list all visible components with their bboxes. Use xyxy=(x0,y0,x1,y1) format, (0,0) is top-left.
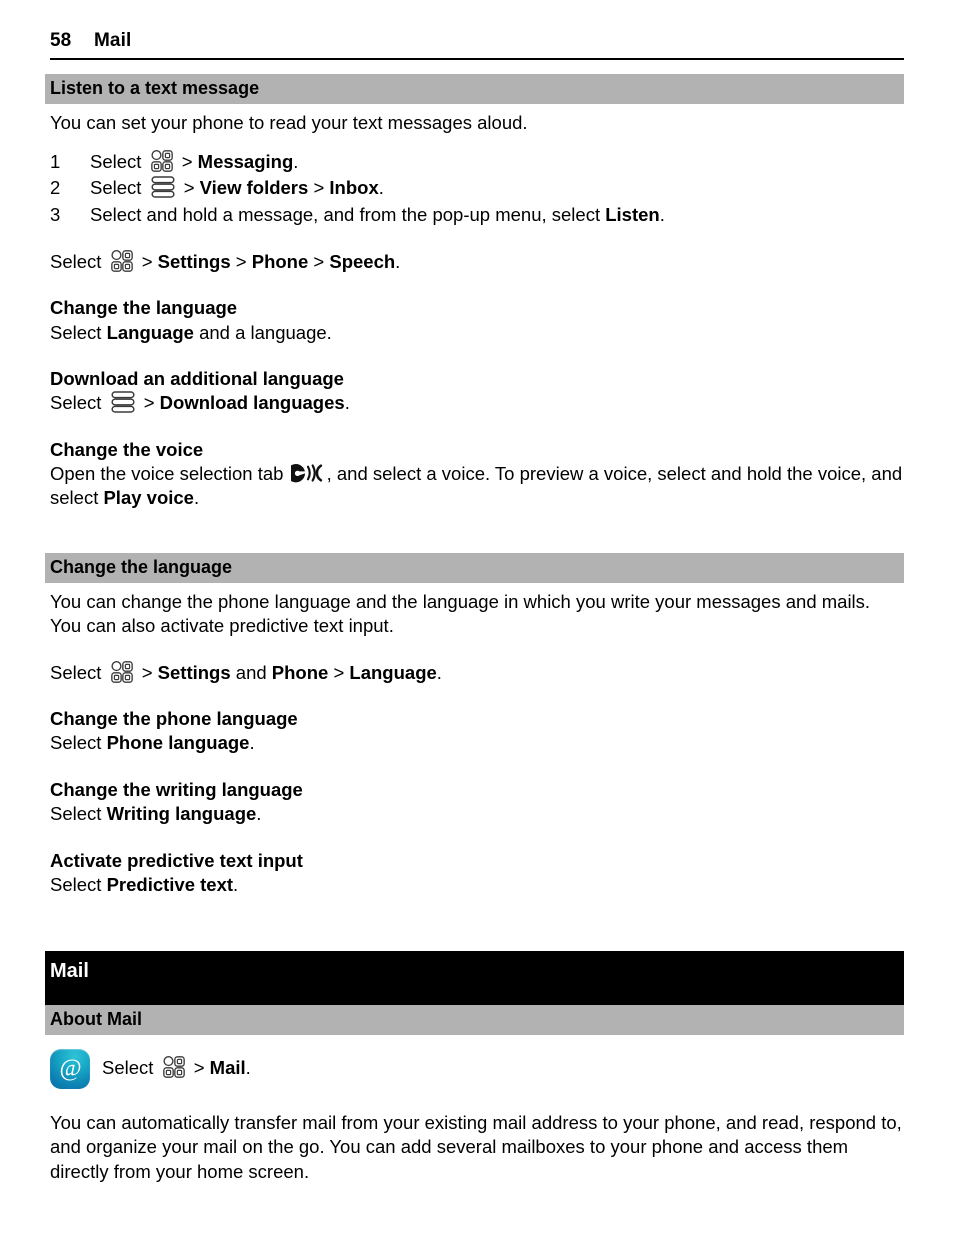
document-page: 58 Mail Listen to a text message You can… xyxy=(0,0,954,1258)
menu-target-view-folders: View folders xyxy=(199,177,309,199)
page-header: 58 Mail xyxy=(0,0,954,52)
path-separator: > xyxy=(143,392,155,414)
activate-predictive-text-instruction: Select Predictive text. xyxy=(50,873,904,898)
subheading-activate-predictive-text-input: Activate predictive text input xyxy=(50,849,303,871)
path-lead: Select xyxy=(50,873,102,895)
voice-selection-icon[interactable] xyxy=(290,462,325,483)
change-voice-text-before: Open the voice selection tab xyxy=(50,462,284,484)
menu-target-download-languages: Download languages xyxy=(159,392,345,414)
menu-target-predictive-text: Predictive text xyxy=(106,873,234,895)
change-language-instruction: Select Language and a language. xyxy=(50,321,904,346)
menu-target-language: Language xyxy=(349,661,437,683)
menu-grid-icon[interactable] xyxy=(109,249,135,272)
chapter-heading-mail: Mail xyxy=(45,951,904,1006)
path-conjunction: and xyxy=(235,661,267,683)
list-item: 3 Select and hold a message, and from th… xyxy=(50,202,904,228)
path-separator: > xyxy=(193,1057,205,1079)
list-item: 2 Select > View folders > Inbox. xyxy=(50,175,904,201)
listen-intro-paragraph: You can set your phone to read your text… xyxy=(50,111,528,133)
step-lead: Select xyxy=(90,151,142,173)
chapter-name: Mail xyxy=(94,30,132,51)
menu-target-inbox: Inbox xyxy=(329,177,379,199)
about-mail-paragraph: You can automatically transfer mail from… xyxy=(50,1111,902,1182)
path-separator: > xyxy=(141,250,153,272)
menu-grid-icon[interactable] xyxy=(149,150,175,172)
step-number: 2 xyxy=(50,177,61,199)
path-lead: Select xyxy=(102,1057,154,1079)
step-tail: . xyxy=(378,177,384,199)
path-lead: Select xyxy=(50,250,102,272)
change-phone-language-instruction: Select Phone language. xyxy=(50,731,904,756)
menu-target-phone: Phone xyxy=(271,661,329,683)
subheading-change-the-language-speech: Change the language xyxy=(50,297,238,319)
change-language-intro-paragraph: You can change the phone language and th… xyxy=(50,590,871,637)
step-text: Select > Messaging. xyxy=(90,149,904,175)
step-number: 3 xyxy=(50,203,61,225)
step-number: 1 xyxy=(50,151,61,173)
menu-target-messaging: Messaging xyxy=(197,151,294,173)
mail-app-icon[interactable]: @ xyxy=(50,1048,90,1089)
path-separator: > xyxy=(183,177,195,199)
section-heading-change-the-language: Change the language xyxy=(45,553,904,583)
subheading-change-the-phone-language: Change the phone language xyxy=(50,708,298,730)
path-separator: > xyxy=(333,661,345,683)
menu-target-language: Language xyxy=(106,321,194,343)
path-lead: Select xyxy=(50,392,102,414)
change-voice-instruction: Open the voice selection tab , and selec… xyxy=(50,462,904,511)
path-tail: . xyxy=(395,250,401,272)
path-tail: . xyxy=(245,1057,251,1079)
step-tail: . xyxy=(659,203,665,225)
change-writing-language-instruction: Select Writing language. xyxy=(50,802,904,827)
path-lead: Select xyxy=(50,732,102,754)
path-lead: Select xyxy=(50,802,102,824)
path-tail: . xyxy=(436,661,442,683)
page-number: 58 xyxy=(50,30,72,51)
path-lead: Select xyxy=(50,321,102,343)
menu-target-phone-language: Phone language xyxy=(106,732,250,754)
svg-text:@: @ xyxy=(59,1056,81,1082)
step-text: Select and hold a message, and from the … xyxy=(90,202,904,228)
mail-path-text: Select > Mail. xyxy=(102,1056,251,1081)
listen-steps-list: 1 Select > Messaging. 2 Select > View fo… xyxy=(50,149,904,228)
path-tail: . xyxy=(256,802,262,824)
section-heading-listen-to-a-text-message: Listen to a text message xyxy=(45,74,904,104)
change-language-settings-path: Select > Settings and Phone > Language. xyxy=(50,660,904,686)
subheading-change-the-writing-language: Change the writing language xyxy=(50,778,303,800)
path-separator: > xyxy=(141,661,153,683)
options-list-icon[interactable] xyxy=(149,176,177,199)
subheading-change-the-voice: Change the voice xyxy=(50,438,204,460)
menu-target-play-voice: Play voice xyxy=(103,487,194,509)
path-lead: Select xyxy=(50,661,102,683)
menu-target-settings: Settings xyxy=(157,250,231,272)
download-language-instruction: Select > Download languages. xyxy=(50,391,904,416)
menu-target-mail: Mail xyxy=(209,1057,246,1079)
menu-target-phone: Phone xyxy=(251,250,309,272)
menu-grid-icon[interactable] xyxy=(109,660,135,683)
menu-target-settings: Settings xyxy=(157,661,231,683)
menu-target-listen: Listen xyxy=(605,203,660,225)
path-separator: > xyxy=(313,177,325,199)
menu-target-writing-language: Writing language xyxy=(106,802,257,824)
mail-app-path-line: @ Select > Mail. xyxy=(50,1048,904,1089)
step-lead: Select xyxy=(90,177,142,199)
listen-settings-path: Select > Settings > Phone > Speech. xyxy=(50,249,904,275)
step-text: Select > View folders > Inbox. xyxy=(90,175,904,201)
path-tail: and a language. xyxy=(193,321,332,343)
path-separator: > xyxy=(235,250,247,272)
path-separator: > xyxy=(181,151,193,173)
menu-target-speech: Speech xyxy=(329,250,396,272)
section-heading-about-mail: About Mail xyxy=(45,1005,904,1035)
page-content: Listen to a text message You can set you… xyxy=(0,74,954,1184)
subheading-download-an-additional-language: Download an additional language xyxy=(50,368,344,390)
menu-grid-icon[interactable] xyxy=(161,1056,187,1079)
step-tail: . xyxy=(293,151,299,173)
path-tail: . xyxy=(344,392,350,414)
path-tail: . xyxy=(249,732,255,754)
path-tail: . xyxy=(233,873,239,895)
path-tail: . xyxy=(193,487,200,509)
options-list-icon[interactable] xyxy=(109,391,137,413)
path-separator: > xyxy=(313,250,325,272)
list-item: 1 Select > Messaging. xyxy=(50,149,904,175)
step-lead: Select and hold a message, and from the … xyxy=(90,203,601,225)
